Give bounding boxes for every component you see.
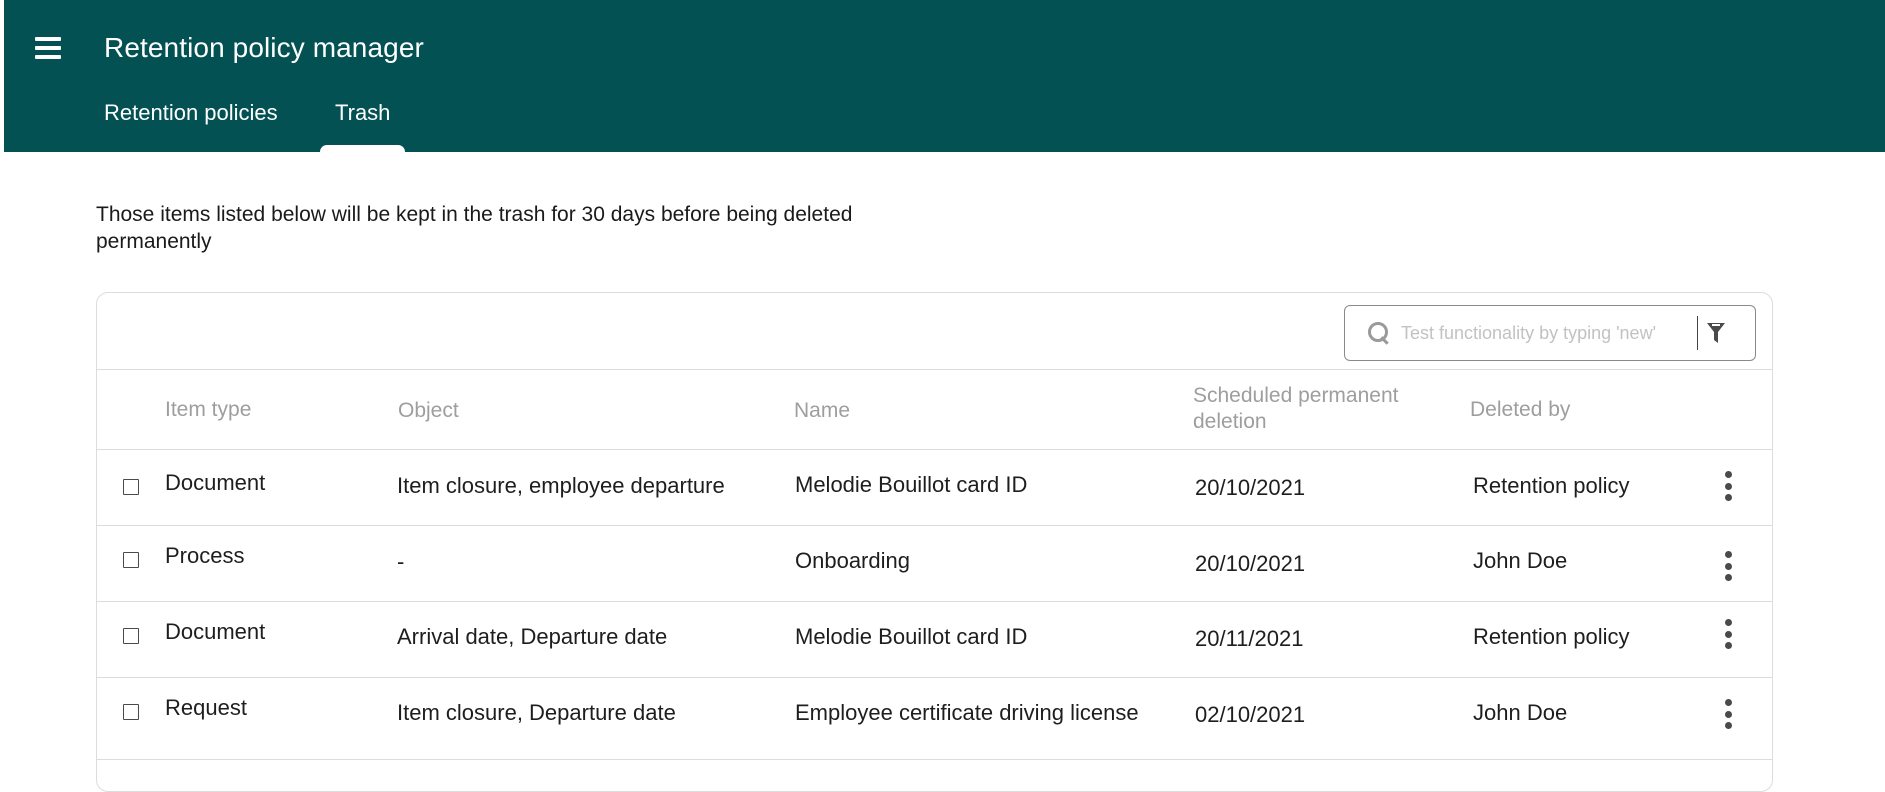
cell-item-type: Document <box>165 619 266 644</box>
active-tab-indicator <box>320 145 405 155</box>
cell-deleted-by: John Doe <box>1473 700 1568 725</box>
more-options-icon[interactable] <box>1721 619 1735 649</box>
column-header-name[interactable]: Name <box>794 398 850 424</box>
table-row[interactable]: Document Arrival date, Departure date Me… <box>97 602 1772 678</box>
column-header-object[interactable]: Object <box>398 398 459 424</box>
hamburger-menu-icon[interactable] <box>30 32 66 64</box>
trash-description: Those items listed below will be kept in… <box>96 203 853 253</box>
cell-deleted-by: John Doe <box>1473 548 1568 573</box>
search-icon <box>1367 321 1391 345</box>
tab-retention-policies[interactable]: Retention policies <box>104 100 278 126</box>
row-checkbox[interactable] <box>123 628 139 644</box>
more-options-icon[interactable] <box>1721 471 1735 501</box>
column-header-deleted-by[interactable]: Deleted by <box>1470 397 1570 423</box>
app-title: Retention policy manager <box>104 32 424 63</box>
cell-scheduled-deletion: 02/10/2021 <box>1195 702 1306 727</box>
cell-object: Arrival date, Departure date <box>397 624 668 649</box>
cell-scheduled-deletion: 20/10/2021 <box>1195 551 1306 576</box>
table-row[interactable]: Document Item closure, employee departur… <box>97 450 1772 526</box>
filter-icon[interactable] <box>1698 315 1734 351</box>
cell-name: Melodie Bouillot card ID <box>795 624 1028 649</box>
table-row[interactable]: Process - Onboarding 20/10/2021 John Doe <box>97 526 1772 602</box>
cell-scheduled-deletion: 20/11/2021 <box>1195 626 1304 651</box>
more-options-icon[interactable] <box>1721 551 1735 581</box>
cell-name: Onboarding <box>795 548 910 573</box>
cell-scheduled-deletion: 20/10/2021 <box>1195 475 1306 500</box>
cell-object: Item closure, employee departure <box>397 473 725 498</box>
cell-item-type: Request <box>165 695 247 720</box>
column-header-item-type[interactable]: Item type <box>165 397 251 423</box>
search-box <box>1344 305 1756 361</box>
cell-object: - <box>397 549 405 574</box>
tab-trash[interactable]: Trash <box>335 100 390 126</box>
column-header-scheduled-deletion[interactable]: Scheduled permanent deletion <box>1193 383 1413 435</box>
row-checkbox[interactable] <box>123 479 139 495</box>
search-input[interactable] <box>1401 322 1691 344</box>
cell-deleted-by: Retention policy <box>1473 473 1630 498</box>
cell-item-type: Process <box>165 543 245 568</box>
more-options-icon[interactable] <box>1721 699 1735 729</box>
table-row[interactable]: Request Item closure, Departure date Emp… <box>97 678 1772 760</box>
trash-table-card: Item type Object Name Scheduled permanen… <box>96 292 1773 792</box>
row-checkbox[interactable] <box>123 552 139 568</box>
cell-object: Item closure, Departure date <box>397 700 676 725</box>
cell-deleted-by: Retention policy <box>1473 624 1630 649</box>
app-header: Retention policy manager Retention polic… <box>4 0 1885 155</box>
cell-name: Employee certificate driving license <box>795 700 1139 725</box>
cell-name: Melodie Bouillot card ID <box>795 472 1028 497</box>
cell-item-type: Document <box>165 470 266 495</box>
table-toolbar <box>97 293 1772 370</box>
row-checkbox[interactable] <box>123 704 139 720</box>
